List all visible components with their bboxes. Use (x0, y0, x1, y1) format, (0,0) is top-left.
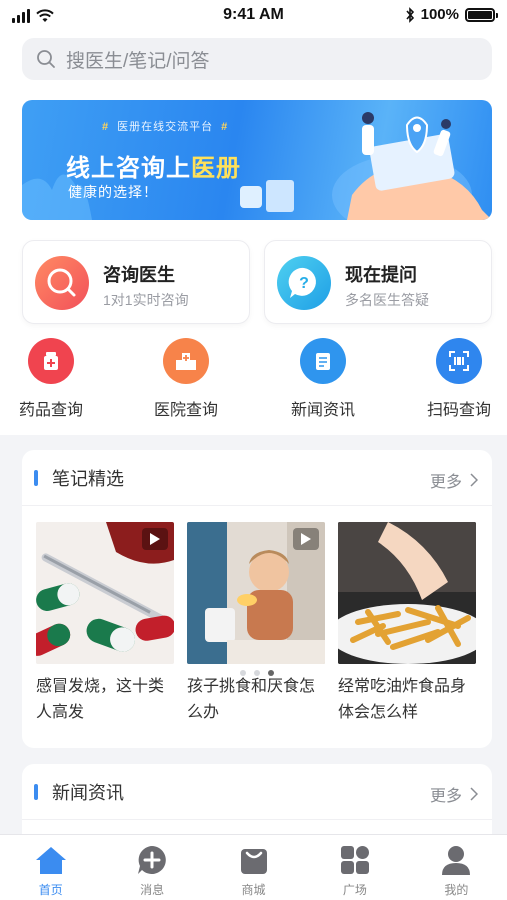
user-icon (439, 843, 473, 877)
notes-carousel[interactable]: 感冒发烧，这十类人高发 孩子挑食和厌食怎么办 经常吃油炸食品身体会怎么样 (36, 522, 478, 726)
tab-home[interactable]: 首页 (0, 835, 101, 900)
quick-link-hospital[interactable]: 医院查询 (131, 338, 241, 420)
play-icon (142, 528, 168, 550)
bottom-tab-bar: 首页 消息 商城 广场 我的 (0, 834, 507, 900)
action-cards: 咨询医生 1对1实时咨询 ? 现在提问 多名医生答疑 (22, 240, 492, 324)
banner-title: 线上咨询上医册 (66, 155, 241, 182)
tab-label: 消息 (140, 883, 165, 897)
promo-banner[interactable]: # 医册在线交流平台 # 线上咨询上医册 健康的选择！ (22, 100, 492, 220)
news-icon (300, 338, 346, 384)
quick-link-scan[interactable]: 扫码查询 (404, 338, 507, 420)
note-thumbnail-thermometer (36, 522, 174, 664)
grid-icon (338, 843, 372, 877)
battery-percent: 100% (420, 6, 459, 23)
card-subtitle: 多名医生答疑 (345, 292, 429, 308)
hospital-icon (163, 338, 209, 384)
play-icon (293, 528, 319, 550)
notes-section: 笔记精选 更多 感冒发烧，这十类人高发 孩子挑食和厌食怎么办 经常吃油炸食品身体… (22, 450, 492, 748)
svg-text:?: ? (299, 275, 309, 292)
quick-link-label: 药品查询 (18, 402, 83, 419)
tab-label: 广场 (342, 883, 367, 897)
magnifier-icon (35, 256, 89, 310)
scan-icon (436, 338, 482, 384)
quick-links: 药品查询 医院查询 新闻资讯 扫码查询 (0, 338, 507, 428)
note-thumbnail-child-eating (187, 522, 325, 664)
tab-messages[interactable]: 消息 (101, 835, 202, 900)
section-title: 新闻资讯 (52, 782, 124, 803)
medicine-icon (28, 338, 74, 384)
status-right: 100% (405, 6, 498, 23)
banner-tag: # 医册在线交流平台 # (102, 121, 229, 133)
page-dot-active[interactable] (268, 670, 274, 676)
tab-profile[interactable]: 我的 (406, 835, 507, 900)
carousel-pagination (22, 670, 492, 676)
note-thumbnail-fries (338, 522, 476, 664)
shopping-bag-icon (237, 843, 271, 877)
page-dot[interactable] (254, 670, 260, 676)
section-title: 笔记精选 (52, 468, 124, 489)
card-title: 咨询医生 (103, 265, 175, 285)
note-card[interactable]: 感冒发烧，这十类人高发 (36, 522, 174, 726)
message-plus-icon (135, 843, 169, 877)
question-bubble-icon: ? (277, 256, 331, 310)
ask-now-card[interactable]: ? 现在提问 多名医生答疑 (264, 240, 492, 324)
note-card[interactable]: 经常吃油炸食品身体会怎么样 (338, 522, 476, 726)
section-header: 笔记精选 更多 (22, 450, 492, 506)
banner-subtitle: 健康的选择！ (68, 184, 158, 200)
search-placeholder: 搜医生/笔记/问答 (66, 50, 210, 72)
quick-link-label: 扫码查询 (426, 402, 491, 419)
section-accent-bar (34, 469, 38, 486)
tab-label: 我的 (444, 883, 469, 897)
home-icon (34, 843, 68, 877)
note-title: 感冒发烧，这十类人高发 (36, 678, 165, 721)
quick-link-news[interactable]: 新闻资讯 (268, 338, 378, 420)
consult-doctor-card[interactable]: 咨询医生 1对1实时咨询 (22, 240, 250, 324)
note-title: 经常吃油炸食品身体会怎么样 (338, 678, 467, 721)
chevron-right-icon (470, 787, 478, 801)
search-icon (37, 50, 55, 68)
card-subtitle: 1对1实时咨询 (103, 292, 189, 308)
section-header: 新闻资讯 更多 (22, 764, 492, 820)
more-link[interactable]: 更多 (430, 468, 478, 492)
tab-label: 首页 (38, 883, 63, 897)
search-bar[interactable]: 搜医生/笔记/问答 (22, 38, 492, 80)
battery-icon (465, 7, 498, 22)
tab-label: 商城 (241, 883, 266, 897)
more-link[interactable]: 更多 (430, 782, 478, 806)
quick-link-label: 医院查询 (153, 402, 218, 419)
chevron-right-icon (470, 473, 478, 487)
note-title: 孩子挑食和厌食怎么办 (187, 678, 316, 721)
page-dot[interactable] (240, 670, 246, 676)
tab-shop[interactable]: 商城 (203, 835, 304, 900)
quick-link-medicine[interactable]: 药品查询 (0, 338, 106, 420)
status-bar: 9:41 AM 100% (0, 0, 507, 32)
section-accent-bar (34, 783, 38, 800)
bluetooth-icon (406, 6, 414, 23)
quick-link-label: 新闻资讯 (290, 402, 355, 419)
note-card[interactable]: 孩子挑食和厌食怎么办 (187, 522, 325, 726)
tab-square[interactable]: 广场 (304, 835, 405, 900)
card-title: 现在提问 (345, 265, 417, 285)
